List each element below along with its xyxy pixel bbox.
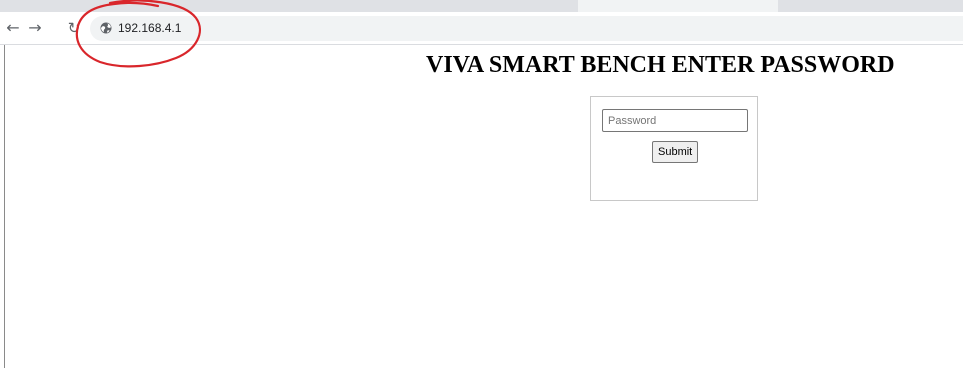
url-text[interactable]: 192.168.4.1 [118,21,181,36]
submit-button[interactable]: Submit [652,141,699,163]
globe-icon [100,22,112,34]
password-input[interactable] [602,109,748,132]
browser-window: ← → ↻ 192.168.4.1 VIVA SMART BENCH ENTER… [0,0,963,368]
browser-tab[interactable] [578,0,778,12]
browser-toolbar: ← → ↻ 192.168.4.1 [0,12,963,45]
arrow-right-icon[interactable]: → [25,18,45,38]
page-title: VIVA SMART BENCH ENTER PASSWORD [426,52,895,78]
tab-strip [0,0,963,12]
address-bar[interactable]: 192.168.4.1 [90,16,963,41]
page-content: VIVA SMART BENCH ENTER PASSWORD Submit [5,45,963,368]
password-form: Submit [590,96,758,201]
reload-icon[interactable]: ↻ [64,18,84,38]
arrow-left-icon[interactable]: ← [3,18,23,38]
